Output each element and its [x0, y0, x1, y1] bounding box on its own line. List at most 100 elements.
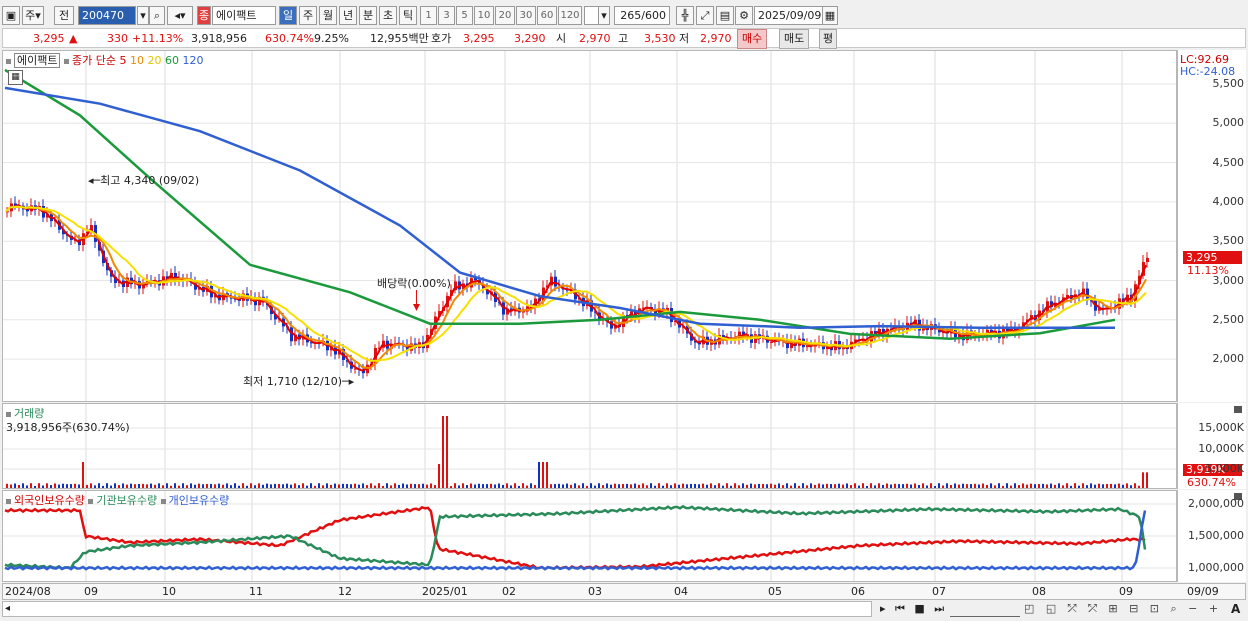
volume-bar — [738, 485, 740, 488]
volume-bar — [426, 484, 428, 488]
volume-bar — [722, 485, 724, 488]
volume-bar — [34, 485, 36, 488]
x-axis-label: 06 — [851, 585, 865, 598]
volume-bar — [1022, 483, 1024, 488]
volume-bar — [22, 483, 24, 488]
view-controls[interactable]: ◰ ◱ ⤱ ⤱ ⊞ ⊟ ⊡ ⌕ − + — [1024, 602, 1222, 616]
volume-bar — [186, 485, 188, 488]
low-annotation: 최저 1,710 (12/10)─▸ — [243, 375, 355, 388]
scroll-left-icon[interactable]: ◂ — [5, 603, 10, 614]
legend-ma-label: 종가 단순 — [71, 54, 116, 67]
font-size-icon[interactable]: A — [1231, 602, 1240, 616]
volume-bar — [26, 485, 28, 488]
volume-bar — [286, 483, 288, 488]
price-axis-label: 3,500 — [1212, 234, 1245, 248]
volume-bar — [478, 483, 480, 488]
volume-bar — [994, 485, 996, 488]
volume-bar — [598, 483, 600, 488]
volume-bar — [118, 485, 120, 488]
x-axis[interactable] — [2, 583, 1246, 600]
volume-axis-label: 15,000K — [1198, 421, 1244, 434]
volume-bar — [546, 462, 548, 488]
volume-bar — [326, 483, 328, 488]
volume-bar — [234, 483, 236, 488]
volume-bar — [174, 483, 176, 488]
volume-bar — [862, 483, 864, 488]
x-axis-label: 08 — [1032, 585, 1046, 598]
volume-bar — [550, 484, 552, 488]
volume-bar — [38, 483, 40, 488]
volume-bar — [838, 483, 840, 488]
volume-bar — [138, 484, 140, 488]
volume-bar — [922, 483, 924, 488]
volume-bar — [742, 483, 744, 488]
volume-bar — [1078, 485, 1080, 488]
volume-bar — [822, 484, 824, 488]
zoom-slider[interactable] — [950, 602, 1020, 617]
collapse-icon[interactable] — [1234, 406, 1242, 413]
volume-bar — [606, 483, 608, 488]
volume-bar — [646, 485, 648, 488]
volume-bar — [602, 485, 604, 488]
x-axis-label: 05 — [768, 585, 782, 598]
volume-bar — [262, 484, 264, 488]
legend-ma10: 10 — [129, 54, 144, 67]
volume-bar — [758, 483, 760, 488]
legend-stock-name[interactable]: 에이팩트 — [14, 53, 61, 68]
volume-bar — [586, 485, 588, 488]
volume-bar — [1034, 484, 1036, 488]
volume-axis-label: 10,000K — [1198, 442, 1244, 455]
volume-bar — [246, 485, 248, 488]
volume-bar — [82, 462, 84, 488]
legend-marker — [6, 58, 11, 64]
legend-ma60: 60 — [164, 54, 179, 67]
x-axis-label: 12 — [338, 585, 352, 598]
volume-bar — [786, 483, 788, 488]
volume-bar — [938, 483, 940, 488]
volume-bar — [42, 485, 44, 488]
table-icon[interactable]: ▦ — [8, 70, 23, 85]
volume-bar — [626, 483, 628, 488]
volume-bar — [166, 483, 168, 488]
volume-bar — [674, 483, 676, 488]
holdings-axis-label: 2,000,000 — [1188, 497, 1244, 510]
volume-bar — [778, 483, 780, 488]
volume-bar — [498, 483, 500, 488]
high-annotation: ◂─최고 4,340 (09/02) — [88, 174, 200, 187]
x-axis-label: 10 — [162, 585, 176, 598]
volume-bar — [202, 484, 204, 488]
volume-bar — [490, 483, 492, 488]
volume-bar — [502, 484, 504, 488]
volume-bar — [658, 483, 660, 488]
volume-bar — [946, 483, 948, 488]
volume-bar — [678, 484, 680, 488]
volume-bar — [86, 484, 88, 488]
candle-body — [554, 276, 557, 287]
volume-bar — [310, 483, 312, 488]
volume-bar — [358, 484, 360, 488]
volume-bar — [206, 483, 208, 488]
volume-bar — [30, 483, 32, 488]
scrollbar[interactable] — [2, 601, 872, 617]
volume-bar — [154, 484, 156, 488]
volume-bar — [942, 485, 944, 488]
volume-bar — [1118, 483, 1120, 488]
volume-bar — [1038, 484, 1040, 488]
volume-bar — [982, 483, 984, 488]
volume-bar — [146, 484, 148, 488]
volume-bar — [914, 483, 916, 488]
playback-controls[interactable]: ▸ ⏮ ■ ⏭ — [880, 602, 947, 616]
volume-bar — [614, 483, 616, 488]
x-right-label: 09/09 — [1187, 585, 1219, 598]
volume-bar — [574, 483, 576, 488]
volume-bar — [802, 483, 804, 488]
volume-bar — [710, 483, 712, 488]
dividend-marker — [413, 304, 420, 311]
volume-bar — [682, 483, 684, 488]
volume-bar — [886, 483, 888, 488]
volume-bar — [74, 483, 76, 488]
price-axis-label: 4,000 — [1212, 194, 1245, 208]
volume-bar — [70, 484, 72, 488]
volume-bar — [990, 483, 992, 488]
volume-bar — [394, 483, 396, 488]
